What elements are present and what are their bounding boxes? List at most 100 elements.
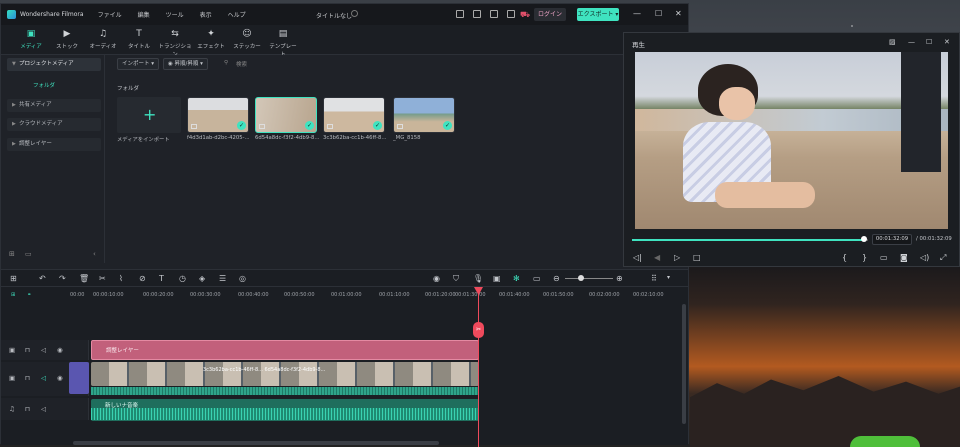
minimize-icon[interactable]: — — [633, 9, 641, 18]
login-button[interactable]: ログイン — [534, 8, 567, 21]
grid-icon[interactable]: ⊞ — [10, 274, 17, 283]
sidebar-item-project-media[interactable]: ▼ プロジェクトメディア — [7, 58, 101, 71]
adjust-icon[interactable]: ☰ — [219, 274, 226, 283]
import-dropdown[interactable]: インポート ▾ — [117, 58, 160, 70]
speed-icon[interactable]: ◷ — [179, 274, 186, 283]
media-thumb-2[interactable]: ✓ — [255, 97, 317, 133]
sidebar-folder[interactable]: フォルダ — [33, 81, 55, 89]
play-icon[interactable]: ▷ — [674, 253, 680, 262]
media-thumb-1[interactable]: ✓ — [187, 97, 249, 133]
color-icon[interactable]: ◈ — [199, 274, 205, 283]
audio-clip[interactable]: 新しいナ音楽 — [91, 399, 479, 421]
progress-bar[interactable] — [632, 239, 864, 241]
media-thumb-4[interactable]: ✓ — [393, 97, 455, 133]
mic-icon[interactable]: 🎙 — [473, 274, 483, 283]
menu-help[interactable]: ヘルプ — [228, 10, 246, 19]
tab-title[interactable]: T タイトル — [124, 29, 154, 50]
close-icon[interactable]: ✕ — [675, 9, 682, 18]
redo-icon[interactable]: ↷ — [59, 274, 66, 283]
menu-edit[interactable]: 編集 — [138, 10, 150, 19]
video-preview[interactable] — [635, 52, 948, 229]
tab-media[interactable]: ▣ メディア — [16, 29, 46, 50]
new-folder-icon[interactable]: ⊞ — [9, 250, 15, 258]
zoom-out-icon[interactable]: ⊖ — [553, 274, 560, 283]
playhead-line[interactable] — [478, 287, 479, 447]
sidebar-item-cloud-media[interactable]: ▶ クラウドメディア — [7, 118, 101, 131]
sort-dropdown[interactable]: ◉ 昇順/昇順 ▾ — [163, 58, 208, 70]
caption-icon[interactable]: ▭ — [533, 274, 541, 283]
zoom-slider[interactable] — [565, 278, 613, 279]
link-icon[interactable]: ⚭ — [27, 292, 31, 298]
maximize-icon[interactable]: ☐ — [655, 9, 662, 18]
folder-icon[interactable]: ▭ — [25, 250, 32, 258]
gift-icon[interactable] — [507, 10, 515, 18]
add-track-icon[interactable]: ⊞ — [11, 292, 15, 298]
fullscreen-icon[interactable]: ⤢ — [940, 253, 946, 263]
marker-icon[interactable]: ⛉ — [453, 274, 459, 284]
zoom-in-icon[interactable]: ⊕ — [616, 274, 623, 283]
display-icon[interactable]: ▭ — [880, 253, 888, 262]
vertical-scrollbar[interactable] — [682, 304, 686, 424]
cart-icon[interactable]: ⛟ — [520, 10, 530, 20]
tab-effect[interactable]: ✦ エフェクト — [196, 29, 226, 50]
render-icon[interactable]: ◉ — [433, 274, 440, 283]
cloud-icon[interactable] — [490, 10, 498, 18]
snapshot-icon[interactable]: ▨ — [889, 38, 896, 46]
maximize-icon[interactable]: ☐ — [926, 38, 932, 46]
rewind-icon[interactable]: ◀ — [654, 253, 660, 262]
export-button[interactable]: エクスポート ▾ — [577, 8, 619, 21]
timeline-ruler[interactable]: ⊞ ⚭ 00:00 00:00:10:00 00:00:20:00 00:00:… — [1, 287, 688, 302]
snap-icon[interactable]: ✻ — [513, 274, 520, 283]
menu-view[interactable]: 表示 — [200, 10, 212, 19]
more-dropdown-icon[interactable]: ▾ — [667, 274, 670, 281]
search-icon[interactable]: ⚲ — [224, 60, 228, 66]
speaker-icon[interactable]: ◁ — [41, 405, 46, 413]
close-icon[interactable]: ✕ — [944, 38, 950, 46]
lock-icon[interactable]: ⊓ — [25, 346, 30, 354]
mark-in-icon[interactable]: { — [842, 253, 847, 262]
lock-icon[interactable]: ⊓ — [25, 374, 30, 382]
sidebar-item-shared-media[interactable]: ▶ 共有メディア — [7, 99, 101, 112]
current-time[interactable]: 00:01:32:09 — [872, 234, 912, 245]
speaker-icon[interactable]: ◁ — [41, 374, 46, 382]
text-icon[interactable]: T — [159, 274, 164, 283]
menu-file[interactable]: ファイル — [98, 10, 122, 19]
speaker-icon[interactable]: ◁ — [41, 346, 46, 354]
media-thumb-3[interactable]: ✓ — [323, 97, 385, 133]
menu-tools[interactable]: ツール — [166, 10, 184, 19]
tab-template[interactable]: ▤テンプレート — [267, 29, 299, 58]
eye-icon[interactable]: ◉ — [57, 346, 63, 354]
camera-icon[interactable]: ◙ — [900, 253, 908, 262]
progress-knob[interactable] — [861, 236, 867, 242]
video-clip[interactable]: 3c3b62ba-cc1b-46ff-8... 6d54a8dc-f3f2-4d… — [91, 362, 479, 386]
eye-icon[interactable]: ◉ — [57, 374, 63, 382]
playhead-split-icon[interactable]: ✂ — [473, 322, 484, 338]
mark-out-icon[interactable]: } — [862, 253, 867, 262]
monitor-icon[interactable] — [456, 10, 464, 18]
save-icon[interactable] — [473, 10, 481, 18]
horizontal-scrollbar[interactable] — [73, 441, 439, 445]
lock-icon[interactable]: ⊓ — [25, 405, 30, 413]
collapse-icon[interactable]: ‹ — [93, 250, 96, 258]
tab-audio[interactable]: ♫ オーディオ — [88, 29, 118, 50]
zoom-slider-knob[interactable] — [578, 275, 584, 281]
undo-icon[interactable]: ↶ — [39, 274, 46, 283]
adjustment-layer-clip[interactable]: 調整レイヤー — [91, 340, 479, 360]
minimize-icon[interactable]: — — [908, 38, 915, 46]
crop-icon[interactable]: ⊘ — [139, 274, 146, 283]
import-media-button[interactable]: + — [117, 97, 181, 133]
stop-icon[interactable]: □ — [693, 253, 701, 262]
search-input[interactable]: 検索 — [236, 60, 247, 68]
split-icon[interactable]: ✂ — [99, 274, 106, 283]
volume-icon[interactable]: ◁) — [920, 253, 929, 262]
tab-sticker[interactable]: ☺ ステッカー — [232, 29, 262, 50]
track-height-handle[interactable] — [69, 362, 89, 394]
trim-icon[interactable]: ⌇ — [119, 274, 123, 283]
tab-transition[interactable]: ⇆トランジション — [157, 29, 193, 58]
snapshot-icon[interactable]: ▣ — [493, 274, 501, 283]
ai-icon[interactable]: ◎ — [239, 274, 246, 283]
layout-grid-icon[interactable]: ⠿ — [651, 274, 657, 283]
sidebar-item-adjustment-layer[interactable]: ▶ 調整レイヤー — [7, 138, 101, 151]
step-back-icon[interactable]: ◁| — [633, 253, 642, 262]
tab-stock[interactable]: ▶ ストック — [52, 29, 82, 50]
